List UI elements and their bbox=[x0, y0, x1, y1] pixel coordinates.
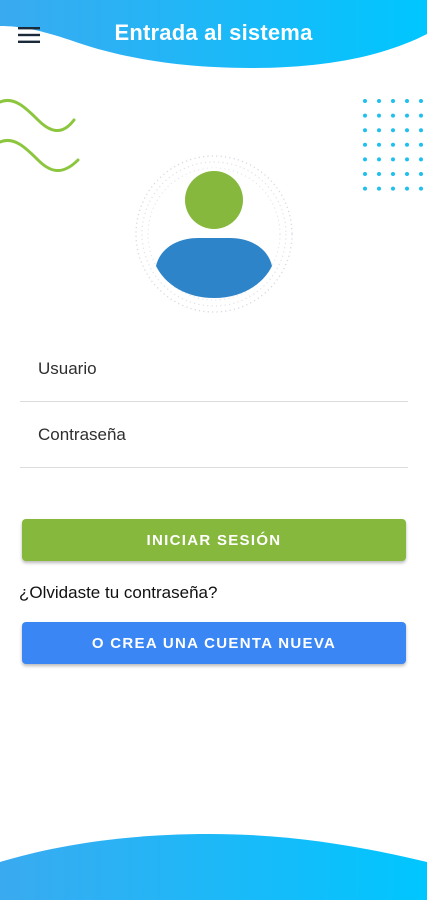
decor-dot bbox=[377, 172, 381, 176]
decor-dot bbox=[419, 128, 423, 133]
page-title: Entrada al sistema bbox=[114, 20, 313, 45]
decor-dot bbox=[391, 99, 395, 103]
decor-dot bbox=[377, 128, 381, 133]
decor-dot bbox=[405, 157, 409, 162]
decorative-dots-icon bbox=[363, 99, 423, 191]
forgot-password-link[interactable]: ¿Olvidaste tu contraseña? bbox=[19, 583, 217, 603]
decor-dot bbox=[363, 128, 367, 133]
username-field[interactable] bbox=[20, 336, 408, 402]
decor-dot bbox=[419, 172, 423, 176]
decor-dot bbox=[377, 157, 381, 162]
decor-dot bbox=[391, 142, 395, 147]
decor-dot bbox=[363, 113, 367, 118]
decor-dot bbox=[405, 186, 409, 191]
decor-dot bbox=[391, 186, 395, 191]
decor-dot bbox=[363, 186, 367, 191]
create-account-button[interactable]: O CREA UNA CUENTA NUEVA bbox=[22, 622, 406, 664]
password-input[interactable] bbox=[20, 402, 408, 467]
decor-dot bbox=[405, 113, 409, 118]
decorative-waves-icon bbox=[0, 99, 80, 172]
decor-dot bbox=[391, 172, 395, 176]
decor-dot bbox=[405, 128, 409, 133]
decor-dot bbox=[405, 99, 409, 103]
decor-dot bbox=[363, 99, 367, 103]
decor-dot bbox=[391, 157, 395, 162]
decor-dot bbox=[363, 157, 367, 162]
decor-dot bbox=[363, 142, 367, 147]
decor-dot bbox=[377, 113, 381, 118]
decor-dot bbox=[391, 128, 395, 133]
decor-dot bbox=[419, 113, 423, 118]
username-input[interactable] bbox=[20, 336, 408, 401]
login-button[interactable]: INICIAR SESIÓN bbox=[22, 519, 406, 561]
decor-dot bbox=[377, 99, 381, 103]
decor-dot bbox=[405, 142, 409, 147]
decor-dot bbox=[405, 172, 409, 176]
decor-dot bbox=[419, 142, 423, 147]
decor-dot bbox=[391, 113, 395, 118]
decor-dot bbox=[419, 99, 423, 103]
decor-dot bbox=[419, 157, 423, 162]
footer-wave-background bbox=[0, 834, 427, 900]
decor-dot bbox=[363, 172, 367, 176]
decor-dot bbox=[377, 142, 381, 147]
user-avatar-icon bbox=[135, 155, 293, 313]
decor-dot bbox=[419, 186, 423, 191]
password-field[interactable] bbox=[20, 402, 408, 468]
decor-dot bbox=[377, 186, 381, 191]
